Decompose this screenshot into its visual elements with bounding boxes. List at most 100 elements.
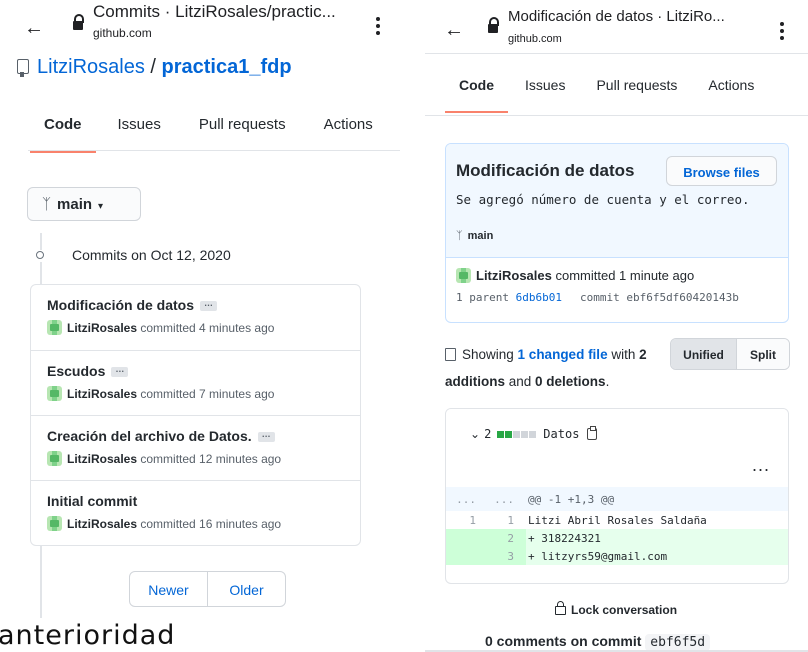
- commit-summary-header: Modificación de datos Browse files Se ag…: [446, 144, 788, 258]
- commit-time: committed 4 minutes ago: [137, 321, 275, 335]
- deletions-count: 0: [535, 374, 543, 389]
- avatar[interactable]: [47, 320, 62, 335]
- expand-message-button[interactable]: …: [111, 365, 129, 378]
- repo-name-link[interactable]: practica1_fdp: [162, 56, 292, 78]
- and-text: and: [505, 374, 536, 389]
- commit-author[interactable]: LitziRosales: [67, 517, 137, 531]
- commit-time: committed 1 minute ago: [551, 268, 695, 283]
- back-arrow-icon[interactable]: ←: [24, 18, 44, 38]
- branch-name: main: [57, 196, 93, 213]
- file-actions-button[interactable]: ...: [752, 455, 770, 476]
- commit-title-link[interactable]: Escudos: [47, 363, 105, 379]
- branch-select-button[interactable]: ᛉ main ▾: [27, 187, 141, 221]
- url-host: github.com: [508, 33, 562, 45]
- commit-node-icon: [33, 250, 49, 262]
- parent-label: 1 parent: [456, 291, 516, 304]
- diff-line-added: 2 + 318224321: [446, 529, 788, 547]
- commit-title-link[interactable]: Creación del archivo de Datos.: [47, 428, 252, 444]
- deletions-label: deletions: [542, 374, 606, 389]
- unified-button[interactable]: Unified: [671, 339, 737, 369]
- chevron-down-icon: ▾: [98, 201, 104, 212]
- line-number-old[interactable]: ...: [446, 493, 476, 506]
- line-number-new[interactable]: 2: [484, 529, 514, 547]
- tab-issues[interactable]: Issues: [525, 77, 565, 93]
- hunk-header: @@ -1 +1,3 @@: [528, 493, 615, 506]
- repo-owner-link[interactable]: LitziRosales: [37, 56, 145, 78]
- commit-time: committed 16 minutes ago: [137, 517, 282, 531]
- chevron-down-icon[interactable]: ⌄: [470, 427, 480, 441]
- tab-actions[interactable]: Actions: [708, 77, 754, 93]
- avatar[interactable]: [47, 386, 62, 401]
- tab-issues[interactable]: Issues: [118, 116, 161, 133]
- repo-separator: /: [144, 56, 162, 78]
- diff-line: 1 1 Litzi Abril Rosales Saldaña: [446, 511, 788, 529]
- commit-time: committed 12 minutes ago: [137, 452, 282, 466]
- showing-mid: with: [607, 347, 640, 362]
- avatar[interactable]: [47, 516, 62, 531]
- commit-author[interactable]: LitziRosales: [67, 452, 137, 466]
- newer-button[interactable]: Newer: [130, 572, 208, 606]
- tab-pull-requests[interactable]: Pull requests: [596, 77, 677, 93]
- menu-kebab-icon[interactable]: [780, 22, 784, 43]
- url-title[interactable]: Commits · LitziRosales/practic...: [93, 2, 361, 22]
- line-number-new[interactable]: ...: [484, 493, 514, 506]
- comments-label: 0 comments on commit: [485, 633, 646, 649]
- commit-author[interactable]: LitziRosales: [67, 387, 137, 401]
- commit-author[interactable]: LitziRosales: [67, 321, 137, 335]
- avatar[interactable]: [456, 268, 471, 283]
- back-arrow-icon[interactable]: ←: [444, 20, 464, 40]
- diff-code: + litzyrs59@gmail.com: [528, 550, 668, 563]
- line-number-new[interactable]: 3: [484, 547, 514, 565]
- tab-actions[interactable]: Actions: [324, 116, 373, 133]
- commit-list-item[interactable]: Escudos … LitziRosales committed 7 minute…: [31, 350, 360, 415]
- commit-sha: ebf6f5df60420143b: [626, 291, 739, 304]
- tabs-divider: [28, 150, 400, 151]
- commit-description: Se agregó número de cuenta y el correo.: [456, 192, 750, 207]
- url-title[interactable]: Modificación de datos · LitziRo...: [508, 8, 758, 25]
- commit-list-item[interactable]: Creación del archivo de Datos. … LitziRos…: [31, 415, 360, 480]
- line-number-old[interactable]: 1: [446, 514, 476, 527]
- repo-tabs: Code Issues Pull requests Actions: [30, 116, 373, 153]
- expand-message-button[interactable]: …: [257, 430, 275, 443]
- lock-conversation-label: Lock conversation: [571, 603, 678, 617]
- commit-list-item[interactable]: Modificación de datos … LitziRosales comm…: [31, 285, 360, 350]
- parent-sha-link[interactable]: 6db6b01: [516, 291, 562, 304]
- tab-pull-requests[interactable]: Pull requests: [199, 116, 286, 133]
- tab-code[interactable]: Code: [445, 77, 508, 113]
- commit-list-item[interactable]: Initial commit LitziRosales committed 16…: [31, 480, 360, 545]
- avatar[interactable]: [47, 451, 62, 466]
- lock-icon: [555, 601, 566, 615]
- file-diff-header: ⌄ 2 Datos ...: [446, 409, 788, 487]
- right-screen: ← Modificación de datos · LitziRo... git…: [425, 0, 808, 652]
- changed-files-link[interactable]: 1 changed file: [518, 347, 608, 362]
- repo-tabs: Code Issues Pull requests Actions: [445, 77, 754, 113]
- commit-summary-box: Modificación de datos Browse files Se ag…: [445, 143, 789, 323]
- header-divider: [425, 53, 808, 54]
- browse-files-button[interactable]: Browse files: [666, 156, 777, 186]
- period-text: .: [605, 374, 610, 389]
- commit-author[interactable]: LitziRosales: [476, 268, 552, 283]
- commit-branch-name: main: [467, 230, 494, 242]
- older-button[interactable]: Older: [208, 572, 285, 606]
- diff-code: + 318224321: [528, 532, 601, 545]
- commits-date-heading: Commits on Oct 12, 2020: [72, 247, 231, 263]
- split-button[interactable]: Split: [737, 339, 789, 369]
- commit-title-link[interactable]: Initial commit: [47, 493, 137, 509]
- copy-path-icon[interactable]: [587, 426, 598, 440]
- line-number-new[interactable]: 1: [484, 514, 514, 527]
- tab-code[interactable]: Code: [30, 116, 95, 153]
- lock-conversation-button[interactable]: Lock conversation: [555, 601, 678, 617]
- diff-hunk-row: ... ... @@ -1 +1,3 @@: [446, 487, 788, 511]
- git-branch-icon: ᛉ: [456, 230, 463, 242]
- expand-message-button[interactable]: …: [200, 299, 218, 312]
- file-name[interactable]: Datos: [543, 427, 579, 441]
- menu-kebab-icon[interactable]: [376, 17, 380, 38]
- lock-icon: [488, 17, 499, 34]
- file-diff-box: ⌄ 2 Datos ... ... ... @@ -1 +1,3 @@ 1 1 Li…: [445, 408, 789, 584]
- commit-branch[interactable]: ᛉ main: [456, 230, 493, 242]
- comments-heading: 0 comments on commit ebf6f5d: [485, 633, 711, 651]
- commit-title-link[interactable]: Modificación de datos: [47, 297, 194, 313]
- comments-sha: ebf6f5d: [645, 634, 711, 651]
- caption-text: anterioridad: [0, 620, 176, 651]
- commit-list: Modificación de datos … LitziRosales comm…: [30, 284, 361, 546]
